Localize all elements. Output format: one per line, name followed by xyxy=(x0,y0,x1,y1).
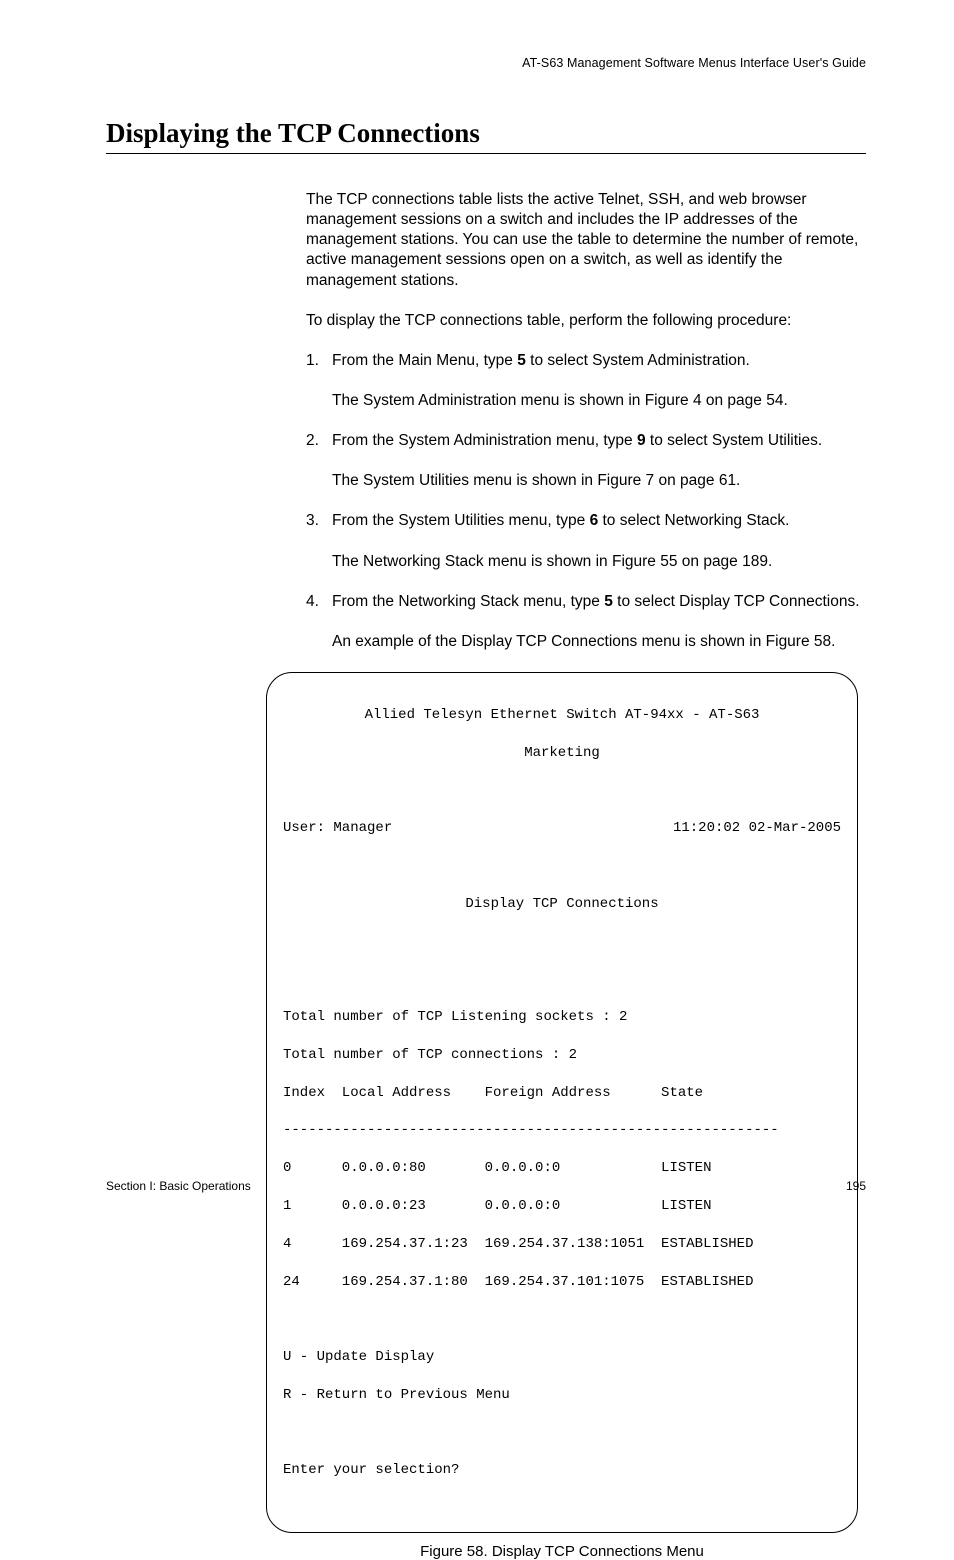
step-text-pre: From the Main Menu, type xyxy=(332,352,517,369)
step-text-pre: From the System Administration menu, typ… xyxy=(332,432,637,449)
lead-in-paragraph: To display the TCP connections table, pe… xyxy=(306,311,866,331)
step-note: The System Administration menu is shown … xyxy=(332,391,866,411)
terminal-timestamp: 11:20:02 02-Mar-2005 xyxy=(673,819,841,838)
terminal-user-row: User: Manager 11:20:02 02-Mar-2005 xyxy=(283,819,841,838)
terminal-blank xyxy=(283,781,841,800)
terminal-row: 4 169.254.37.1:23 169.254.37.138:1051 ES… xyxy=(283,1235,841,1254)
step-list: 1. From the Main Menu, type 5 to select … xyxy=(306,351,866,652)
title-rule xyxy=(106,153,866,154)
step-4: 4. From the Networking Stack menu, type … xyxy=(306,592,866,652)
body-column: The TCP connections table lists the acti… xyxy=(306,190,866,652)
step-text-post: to select Networking Stack. xyxy=(598,512,789,529)
step-note: An example of the Display TCP Connection… xyxy=(332,632,866,652)
terminal-divider: ----------------------------------------… xyxy=(283,1121,841,1140)
step-text-post: to select System Utilities. xyxy=(646,432,823,449)
terminal-screen-title: Display TCP Connections xyxy=(283,895,841,914)
step-1: 1. From the Main Menu, type 5 to select … xyxy=(306,351,866,411)
terminal-title-1: Allied Telesyn Ethernet Switch AT-94xx -… xyxy=(283,706,841,725)
step-2: 2. From the System Administration menu, … xyxy=(306,431,866,491)
footer-section: Section I: Basic Operations xyxy=(106,1179,251,1193)
terminal-row: 24 169.254.37.1:80 169.254.37.101:1075 E… xyxy=(283,1273,841,1292)
terminal-blank xyxy=(283,1310,841,1329)
terminal-blank xyxy=(283,970,841,989)
step-note: The Networking Stack menu is shown in Fi… xyxy=(332,552,866,572)
step-text-post: to select System Administration. xyxy=(526,352,750,369)
step-number: 2. xyxy=(306,431,319,451)
figure-caption: Figure 58. Display TCP Connections Menu xyxy=(266,1543,858,1560)
step-number: 4. xyxy=(306,592,319,612)
terminal-blank xyxy=(283,1424,841,1443)
terminal-screen: Allied Telesyn Ethernet Switch AT-94xx -… xyxy=(266,672,858,1533)
step-note: The System Utilities menu is shown in Fi… xyxy=(332,471,866,491)
terminal-row: 0 0.0.0.0:80 0.0.0.0:0 LISTEN xyxy=(283,1159,841,1178)
terminal-option-u: U - Update Display xyxy=(283,1348,841,1367)
terminal-row: 1 0.0.0.0:23 0.0.0.0:0 LISTEN xyxy=(283,1197,841,1216)
step-bold-key: 5 xyxy=(517,352,526,369)
step-bold-key: 9 xyxy=(637,432,646,449)
terminal-header-row: Index Local Address Foreign Address Stat… xyxy=(283,1084,841,1103)
step-text-pre: From the System Utilities menu, type xyxy=(332,512,590,529)
running-header: AT-S63 Management Software Menus Interfa… xyxy=(106,56,866,70)
terminal-blank xyxy=(283,857,841,876)
page-footer: Section I: Basic Operations 195 xyxy=(106,1179,866,1193)
step-number: 1. xyxy=(306,351,319,371)
step-text-pre: From the Networking Stack menu, type xyxy=(332,593,604,610)
section-title: Displaying the TCP Connections xyxy=(106,118,866,149)
step-bold-key: 6 xyxy=(590,512,599,529)
step-text-post: to select Display TCP Connections. xyxy=(613,593,860,610)
footer-page-number: 195 xyxy=(846,1179,866,1193)
terminal-title-2: Marketing xyxy=(283,744,841,763)
page: AT-S63 Management Software Menus Interfa… xyxy=(0,0,954,1235)
step-3: 3. From the System Utilities menu, type … xyxy=(306,511,866,571)
terminal-figure: Allied Telesyn Ethernet Switch AT-94xx -… xyxy=(266,672,858,1533)
terminal-summary-1: Total number of TCP Listening sockets : … xyxy=(283,1008,841,1027)
terminal-user: User: Manager xyxy=(283,819,392,838)
terminal-option-r: R - Return to Previous Menu xyxy=(283,1386,841,1405)
step-bold-key: 5 xyxy=(604,593,613,610)
step-number: 3. xyxy=(306,511,319,531)
terminal-summary-2: Total number of TCP connections : 2 xyxy=(283,1046,841,1065)
terminal-blank xyxy=(283,933,841,952)
intro-paragraph: The TCP connections table lists the acti… xyxy=(306,190,866,291)
terminal-prompt: Enter your selection? xyxy=(283,1461,841,1480)
